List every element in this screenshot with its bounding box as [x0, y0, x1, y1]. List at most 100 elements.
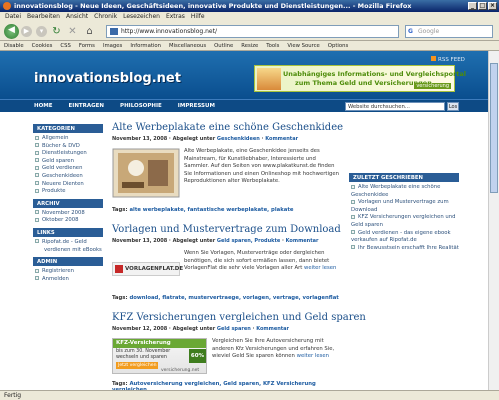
post-comment-link[interactable]: Kommentar: [265, 136, 298, 142]
dev-resize[interactable]: Resize: [241, 41, 258, 50]
read-more-link[interactable]: weiter lesen: [304, 265, 336, 271]
rss-link[interactable]: RSS FEED: [431, 56, 465, 63]
category-link[interactable]: Geschenkideen: [35, 173, 103, 181]
tags-label: Tags:: [112, 295, 128, 301]
category-link[interactable]: Dienstleistungen: [35, 150, 103, 158]
recent-post-link[interactable]: Ihr Bewusstsein erschafft Ihre Realität: [351, 245, 459, 253]
window-titlebar: innovationsblog - Neue Ideen, Geschäftsi…: [0, 0, 499, 12]
category-link[interactable]: Allgemein: [35, 135, 103, 143]
site-nav: HOME EINTRAGEN PHILOSOPHIE IMPRESSUM Web…: [0, 99, 488, 112]
navigation-toolbar: ◀ ▶ ▾ ↻ ✕ ⌂ http://www.innovationsblog.n…: [0, 22, 499, 41]
recent-post-link[interactable]: KFZ Versicherungen vergleichen und Geld …: [351, 214, 459, 229]
dev-view-source[interactable]: View Source: [287, 41, 319, 50]
menu-bearbeiten[interactable]: Bearbeiten: [27, 12, 60, 22]
post-tags[interactable]: alte werbeplakate, fantastische werbepla…: [129, 207, 293, 213]
dev-forms[interactable]: Forms: [79, 41, 95, 50]
main-content: Alte Werbeplakate eine schöne Geschenkid…: [112, 121, 366, 390]
post-image-logo: VORLAGENFLAT.DE: [112, 262, 183, 276]
sidebar-heading: ZULETZT GESCHRIEBEN: [349, 173, 459, 182]
sidebar-heading: ADMIN: [33, 257, 103, 267]
banner-brand: versicherung: [414, 83, 451, 89]
blogroll-link[interactable]: Ripofat.de - Geld: [35, 239, 103, 247]
dev-css[interactable]: CSS: [60, 41, 70, 50]
window-title: innovationsblog - Neue Ideen, Geschäftsi…: [14, 2, 412, 10]
dev-miscellaneous[interactable]: Miscellaneous: [169, 41, 206, 50]
stop-icon[interactable]: ✕: [66, 25, 79, 38]
maximize-button[interactable]: □: [478, 2, 487, 10]
home-icon[interactable]: ⌂: [83, 25, 96, 38]
scrollbar-thumb[interactable]: [490, 63, 498, 193]
post-image-poster: [112, 148, 180, 198]
recent-post-link[interactable]: Alte Werbeplakate eine schöne Geschenkid…: [351, 184, 459, 199]
vertical-scrollbar[interactable]: [488, 51, 499, 390]
post-category[interactable]: Geld sparen, Produkte: [217, 238, 280, 244]
post-title[interactable]: KFZ Versicherungen vergleichen und Geld …: [112, 311, 366, 324]
search-bar[interactable]: G Google: [405, 25, 493, 38]
minimize-button[interactable]: _: [468, 2, 477, 10]
menu-datei[interactable]: Datei: [5, 12, 21, 22]
category-link[interactable]: Geld sparen: [35, 158, 103, 166]
dev-options[interactable]: Options: [328, 41, 348, 50]
post-meta: November 13, 2008 · Abgelegt unter Geld …: [112, 238, 319, 244]
nav-impressum[interactable]: IMPRESSUM: [178, 100, 215, 113]
post-tags[interactable]: download, flatrate, mustervertraege, vor…: [129, 295, 338, 301]
recent-post-link[interactable]: Vorlagen und Mustervertrage zum Download: [351, 199, 459, 214]
menu-hilfe[interactable]: Hilfe: [191, 12, 205, 22]
vorlagenflat-logo-icon: [115, 265, 123, 273]
admin-link[interactable]: Anmelden: [35, 276, 103, 284]
reload-icon[interactable]: ↻: [50, 25, 63, 38]
post-excerpt: Alte Werbeplakate, eine Geschenkidee jen…: [184, 148, 339, 185]
status-bar: Fertig: [0, 390, 499, 400]
dropdown-arrow-icon[interactable]: ▾: [36, 26, 47, 37]
sidebar-heading: KATEGORIEN: [33, 124, 103, 133]
dev-images[interactable]: Images: [103, 41, 122, 50]
menu-chronik[interactable]: Chronik: [94, 12, 117, 22]
forward-arrow-icon[interactable]: ▶: [21, 26, 32, 37]
web-developer-toolbar: Disable Cookies CSS Forms Images Informa…: [0, 41, 499, 51]
dev-cookies[interactable]: Cookies: [32, 41, 53, 50]
archive-link[interactable]: Oktober 2008: [35, 217, 103, 225]
menu-extras[interactable]: Extras: [166, 12, 185, 22]
nav-philosophie[interactable]: PHILOSOPHIE: [120, 100, 162, 113]
nav-eintragen[interactable]: EINTRAGEN: [69, 100, 105, 113]
post-comment-link[interactable]: Kommentar: [256, 326, 289, 332]
recent-post-link[interactable]: Geld verdienen - das eigene ebook verkau…: [351, 230, 459, 245]
post-category[interactable]: Geld sparen: [217, 326, 251, 332]
read-more-link[interactable]: weiter lesen: [297, 353, 329, 359]
menu-lesezeichen[interactable]: Lesezeichen: [123, 12, 160, 22]
site-header: innovationsblog.net RSS FEED Unabhängige…: [0, 51, 488, 99]
page-viewport: innovationsblog.net RSS FEED Unabhängige…: [0, 51, 488, 390]
site-search-button[interactable]: Los: [447, 102, 459, 111]
firefox-icon: [3, 2, 11, 10]
category-link[interactable]: Neuere Dienten: [35, 181, 103, 189]
back-arrow-icon[interactable]: ◀: [4, 24, 19, 39]
nav-home[interactable]: HOME: [34, 100, 53, 113]
dev-tools[interactable]: Tools: [266, 41, 279, 50]
site-logo[interactable]: innovationsblog.net: [34, 71, 181, 86]
dev-information[interactable]: Information: [130, 41, 161, 50]
sidebar-heading: ARCHIV: [33, 198, 103, 208]
post-title[interactable]: Alte Werbeplakate eine schöne Geschenkid…: [112, 121, 343, 134]
close-button[interactable]: ×: [488, 2, 497, 10]
ad-compare-button: Jetzt vergleichen: [116, 362, 158, 369]
post-tags[interactable]: Autoversicherung vergleichen, Geld spare…: [112, 381, 316, 390]
site-favicon-icon: [110, 28, 118, 35]
blogroll-link-cont[interactable]: verdienen mit eBooks: [35, 247, 103, 255]
post-category[interactable]: Geschenkideen: [217, 136, 260, 142]
ad-banner[interactable]: Unabhängiges Informations- und Vergleich…: [254, 65, 466, 92]
ad-sub-1: bis zum 30. November: [116, 349, 171, 354]
url-bar[interactable]: http://www.innovationsblog.net/: [106, 25, 399, 38]
tags-label: Tags:: [112, 207, 128, 213]
admin-link[interactable]: Registrieren: [35, 268, 103, 276]
menu-ansicht[interactable]: Ansicht: [66, 12, 88, 22]
category-link[interactable]: Geld verdienen: [35, 165, 103, 173]
dev-disable[interactable]: Disable: [4, 41, 24, 50]
category-link[interactable]: Produkte: [35, 188, 103, 196]
dev-outline[interactable]: Outline: [214, 41, 233, 50]
ad-sub-2: wechseln und sparen: [116, 355, 167, 360]
post-title[interactable]: Vorlagen und Mustervertrage zum Download: [112, 223, 342, 236]
archive-link[interactable]: November 2008: [35, 210, 103, 218]
site-search-input[interactable]: Website durchsuchen...: [345, 102, 445, 111]
category-link[interactable]: Bücher & DVD: [35, 143, 103, 151]
post-comment-link[interactable]: Kommentar: [286, 238, 319, 244]
